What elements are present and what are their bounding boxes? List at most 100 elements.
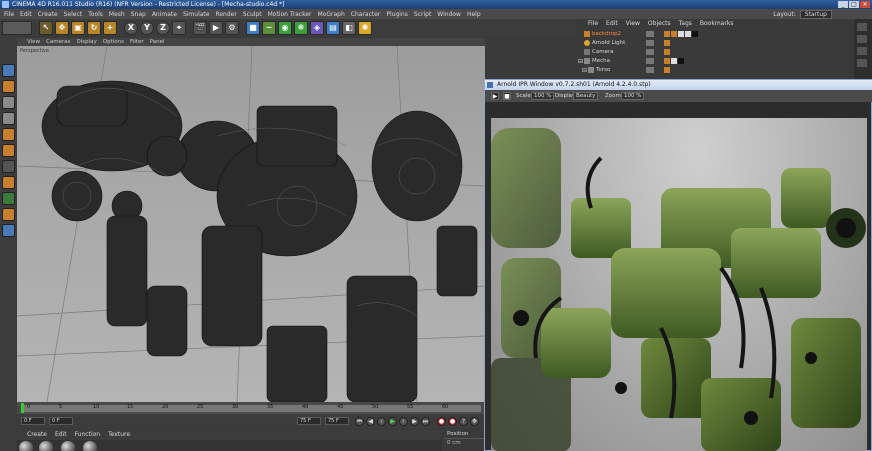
menu-window[interactable]: Window <box>437 11 461 18</box>
menu-plugins[interactable]: Plugins <box>386 11 408 18</box>
menu-animate[interactable]: Animate <box>152 11 177 18</box>
deformer-icon[interactable]: ◈ <box>310 20 324 35</box>
object-row-arnold-light[interactable]: Arnold Light <box>576 39 854 47</box>
render-view-icon[interactable]: 🎬 <box>193 20 207 35</box>
material-swatch[interactable] <box>61 441 75 451</box>
viewport-menu-display[interactable]: Display <box>77 38 97 46</box>
menu-character[interactable]: Character <box>351 11 381 18</box>
locked-workplane-icon[interactable] <box>1 224 15 237</box>
panel-tab-icon[interactable] <box>857 23 867 31</box>
z-axis-button[interactable]: Z <box>156 20 170 35</box>
object-row-torso[interactable]: ⊟ Torso <box>576 66 854 74</box>
max-frame-field[interactable]: 75 F <box>325 417 349 425</box>
panel-tab-icon[interactable] <box>857 47 867 55</box>
close-button[interactable]: ✕ <box>860 1 870 8</box>
add-object-icon[interactable]: + <box>103 20 117 35</box>
menu-mesh[interactable]: Mesh <box>109 11 125 18</box>
material-menu-edit[interactable]: Edit <box>55 430 67 440</box>
texture-mode-icon[interactable] <box>1 112 15 125</box>
menu-file[interactable]: File <box>4 11 14 18</box>
menu-mograph[interactable]: MoGraph <box>318 11 345 18</box>
axis-mode-icon[interactable] <box>1 176 15 189</box>
cube-icon[interactable]: ■ <box>246 20 260 35</box>
maximize-button[interactable]: □ <box>849 1 859 8</box>
menu-create[interactable]: Create <box>38 11 58 18</box>
snap-icon[interactable] <box>1 192 15 205</box>
select-arrow-icon[interactable]: ↖ <box>39 20 53 35</box>
object-mode-icon[interactable] <box>1 96 15 109</box>
model-mode-icon[interactable] <box>1 80 15 93</box>
rotate-icon[interactable]: ↻ <box>87 20 101 35</box>
previous-key-icon[interactable]: ◀ <box>366 417 375 426</box>
menu-simulate[interactable]: Simulate <box>183 11 210 18</box>
material-menu-create[interactable]: Create <box>27 430 47 440</box>
render-picture-viewer-icon[interactable]: ▶ <box>209 20 223 35</box>
minimize-button[interactable]: _ <box>838 1 848 8</box>
coordinate-system-icon[interactable]: ⌖ <box>172 20 186 35</box>
visibility-flags[interactable] <box>646 31 654 37</box>
menu-help[interactable]: Help <box>467 11 481 18</box>
material-swatch[interactable] <box>39 441 53 451</box>
visibility-flags[interactable] <box>646 58 654 64</box>
x-axis-button[interactable]: X <box>124 20 138 35</box>
menu-edit[interactable]: Edit <box>20 11 32 18</box>
next-frame-icon[interactable]: › <box>399 417 408 426</box>
viewport-menu-options[interactable]: Options <box>103 38 124 46</box>
layout-dropdown[interactable]: Startup <box>799 9 832 19</box>
objects-menu-bookmarks[interactable]: Bookmarks <box>700 19 734 29</box>
end-frame-field[interactable]: 75 F <box>297 417 321 425</box>
material-menu-texture[interactable]: Texture <box>108 430 130 440</box>
visibility-flags[interactable] <box>646 49 654 55</box>
ipr-play-icon[interactable]: ▶ <box>491 92 499 100</box>
menu-sculpt[interactable]: Sculpt <box>243 11 262 18</box>
previous-frame-icon[interactable]: ‹ <box>377 417 386 426</box>
object-row-mecha[interactable]: ⊟ Mecha <box>576 57 854 65</box>
camera-icon[interactable]: ◧ <box>342 20 356 35</box>
ipr-title-bar[interactable]: Arnold IPR Window v0.7.2.sh01 (Arnold 4.… <box>485 80 872 90</box>
panel-tab-icon[interactable] <box>857 59 867 67</box>
floor-icon[interactable]: ▤ <box>326 20 340 35</box>
ipr-stop-icon[interactable]: ■ <box>503 92 511 100</box>
viewport-menu-view[interactable]: View <box>27 38 40 46</box>
menu-script[interactable]: Script <box>414 11 431 18</box>
viewport-menu-cameras[interactable]: Cameras <box>46 38 70 46</box>
nurbs-icon[interactable]: ◉ <box>278 20 292 35</box>
edges-mode-icon[interactable] <box>1 144 15 157</box>
spline-pen-icon[interactable]: ~ <box>262 20 276 35</box>
menu-render[interactable]: Render <box>215 11 236 18</box>
y-axis-button[interactable]: Y <box>140 20 154 35</box>
material-swatch[interactable] <box>19 441 33 451</box>
position-x-value[interactable]: 0 cm <box>443 439 488 447</box>
object-row-camera[interactable]: Camera <box>576 48 854 56</box>
objects-menu-view[interactable]: View <box>626 19 640 29</box>
objects-menu-objects[interactable]: Objects <box>648 19 671 29</box>
panel-tab-icon[interactable] <box>857 35 867 43</box>
objects-menu-tags[interactable]: Tags <box>679 19 692 29</box>
viewport-menu-filter[interactable]: Filter <box>130 38 144 46</box>
polygons-mode-icon[interactable] <box>1 160 15 173</box>
expand-toggle-icon[interactable]: ⊟ <box>582 67 587 75</box>
visibility-flags[interactable] <box>646 67 654 73</box>
go-to-end-icon[interactable]: ⏭ <box>421 417 430 426</box>
light-icon[interactable]: ✺ <box>358 20 372 35</box>
timeline-ruler[interactable]: 0 5 10 15 20 25 30 35 40 45 50 55 60 <box>17 402 485 414</box>
objects-menu-file[interactable]: File <box>588 19 598 29</box>
perspective-viewport[interactable]: Perspective <box>17 46 485 402</box>
viewport-menu-panel[interactable]: Panel <box>150 38 165 46</box>
scale-dropdown[interactable]: 100 % <box>531 92 555 100</box>
material-swatch[interactable] <box>83 441 97 451</box>
points-mode-icon[interactable] <box>1 128 15 141</box>
current-frame-field[interactable]: 0 F <box>49 417 73 425</box>
current-frame-marker[interactable] <box>21 403 24 413</box>
menu-snap[interactable]: Snap <box>131 11 146 18</box>
expand-toggle-icon[interactable]: ⊟ <box>578 58 583 66</box>
scale-icon[interactable]: ▣ <box>71 20 85 35</box>
menu-select[interactable]: Select <box>64 11 83 18</box>
autokey-icon[interactable]: ● <box>448 417 457 426</box>
position-key-icon[interactable]: ✥ <box>470 417 479 426</box>
next-key-icon[interactable]: ▶ <box>410 417 419 426</box>
menu-tools[interactable]: Tools <box>88 11 103 18</box>
zoom-dropdown[interactable]: 100 % <box>621 92 645 100</box>
undo-redo-icon[interactable] <box>2 20 32 35</box>
display-dropdown[interactable]: Beauty <box>573 92 599 100</box>
